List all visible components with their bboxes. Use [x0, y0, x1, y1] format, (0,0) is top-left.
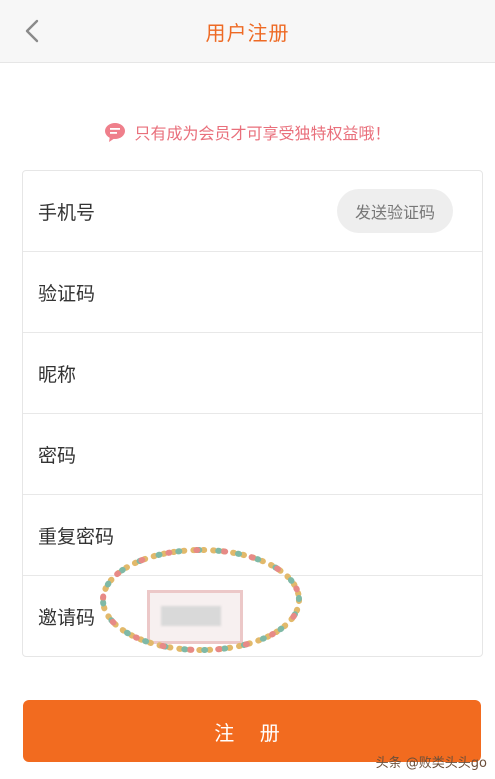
blurred-invite-value	[161, 606, 221, 626]
invite-code-label: 邀请码	[38, 606, 96, 629]
code-input[interactable]	[133, 262, 337, 324]
repeat-password-row: 重复密码	[23, 495, 482, 576]
watermark: 头条 @败类头头go	[375, 756, 487, 771]
registration-form: 手机号 发送验证码 验证码 昵称 密码 重复密码 邀请码	[22, 170, 483, 657]
repeat-password-label: 重复密码	[38, 525, 115, 548]
password-label: 密码	[38, 444, 77, 467]
code-label: 验证码	[38, 282, 96, 305]
send-code-button[interactable]: 发送验证码	[337, 189, 453, 233]
nickname-label: 昵称	[38, 363, 77, 386]
page-title: 用户注册	[205, 20, 290, 45]
nickname-input[interactable]	[133, 343, 337, 405]
invite-code-row: 邀请码	[23, 576, 482, 656]
password-row: 密码	[23, 414, 482, 495]
phone-label: 手机号	[38, 201, 96, 224]
phone-row: 手机号 发送验证码	[23, 171, 482, 252]
code-row: 验证码	[23, 252, 482, 333]
notice-text: 只有成为会员才可享受独特权益哦！	[134, 124, 391, 143]
top-bar: 用户注册	[0, 0, 495, 63]
member-notice: 只有成为会员才可享受独特权益哦！	[0, 120, 495, 144]
nickname-row: 昵称	[23, 333, 482, 414]
password-input[interactable]	[133, 424, 337, 486]
chat-bubble-icon	[105, 123, 126, 142]
content-area: 只有成为会员才可享受独特权益哦！ 手机号 发送验证码 验证码 昵称 密码 重复密…	[0, 63, 495, 779]
repeat-password-input[interactable]	[133, 505, 337, 567]
phone-input[interactable]	[133, 181, 337, 243]
